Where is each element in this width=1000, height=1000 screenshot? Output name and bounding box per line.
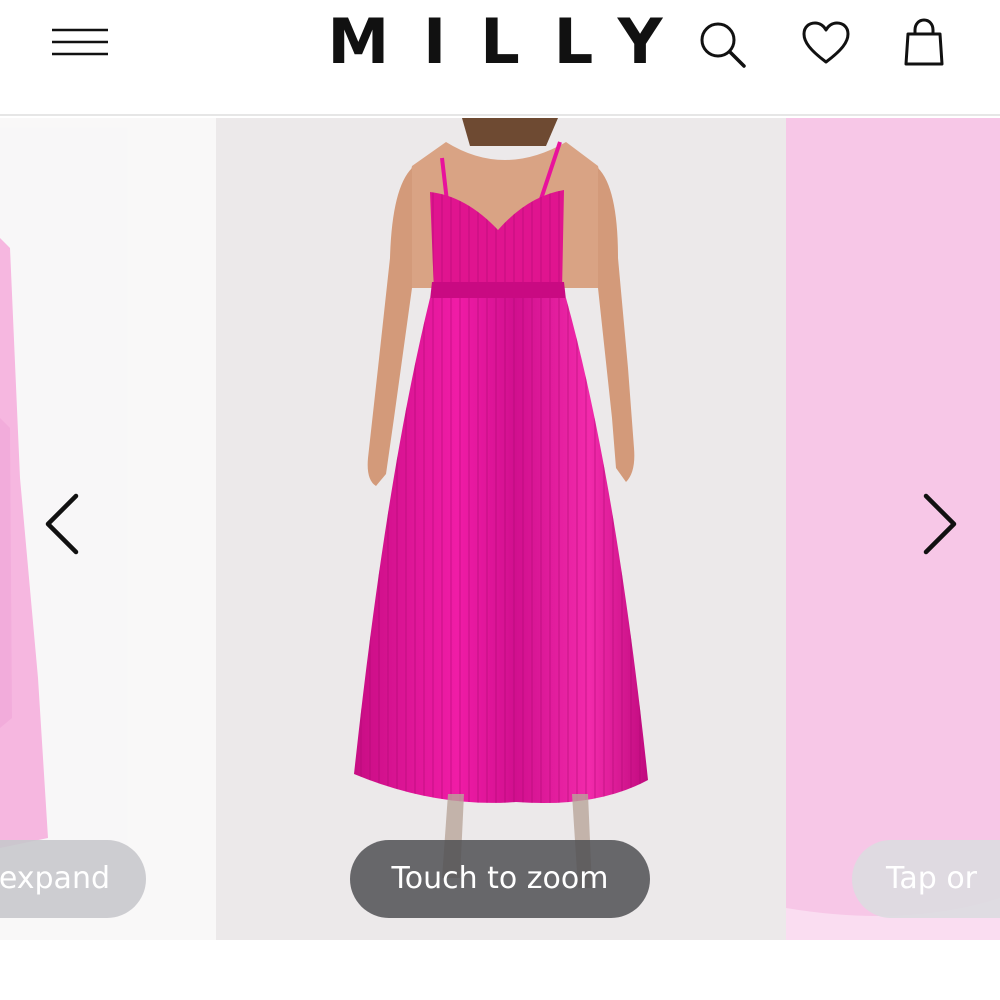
zoom-hint-previous: expand	[0, 840, 146, 918]
top-nav-bar: MILLY	[0, 0, 1000, 116]
search-button[interactable]	[696, 18, 748, 70]
carousel-slide-current[interactable]	[216, 118, 786, 940]
heart-icon	[802, 21, 850, 64]
zoom-hint-next: Tap or	[852, 840, 1000, 918]
chevron-right-icon	[923, 493, 957, 555]
search-icon	[700, 22, 746, 68]
page-background-strip	[0, 940, 1000, 1000]
carousel-slide-previous[interactable]	[0, 118, 216, 940]
wishlist-button[interactable]	[800, 18, 852, 70]
shopping-bag-icon	[904, 18, 944, 66]
menu-button[interactable]	[52, 26, 110, 58]
carousel-next-button[interactable]	[908, 488, 968, 560]
zoom-hint: Touch to zoom	[350, 840, 650, 918]
product-image-carousel[interactable]: expand Touch to zoom Tap or	[0, 118, 1000, 940]
dress-image-previous	[0, 238, 48, 848]
chevron-left-icon	[45, 493, 79, 555]
hamburger-menu-icon	[52, 28, 108, 56]
carousel-prev-button[interactable]	[34, 488, 94, 560]
shopping-bag-button[interactable]	[898, 18, 950, 70]
dress-image-current	[354, 118, 648, 888]
